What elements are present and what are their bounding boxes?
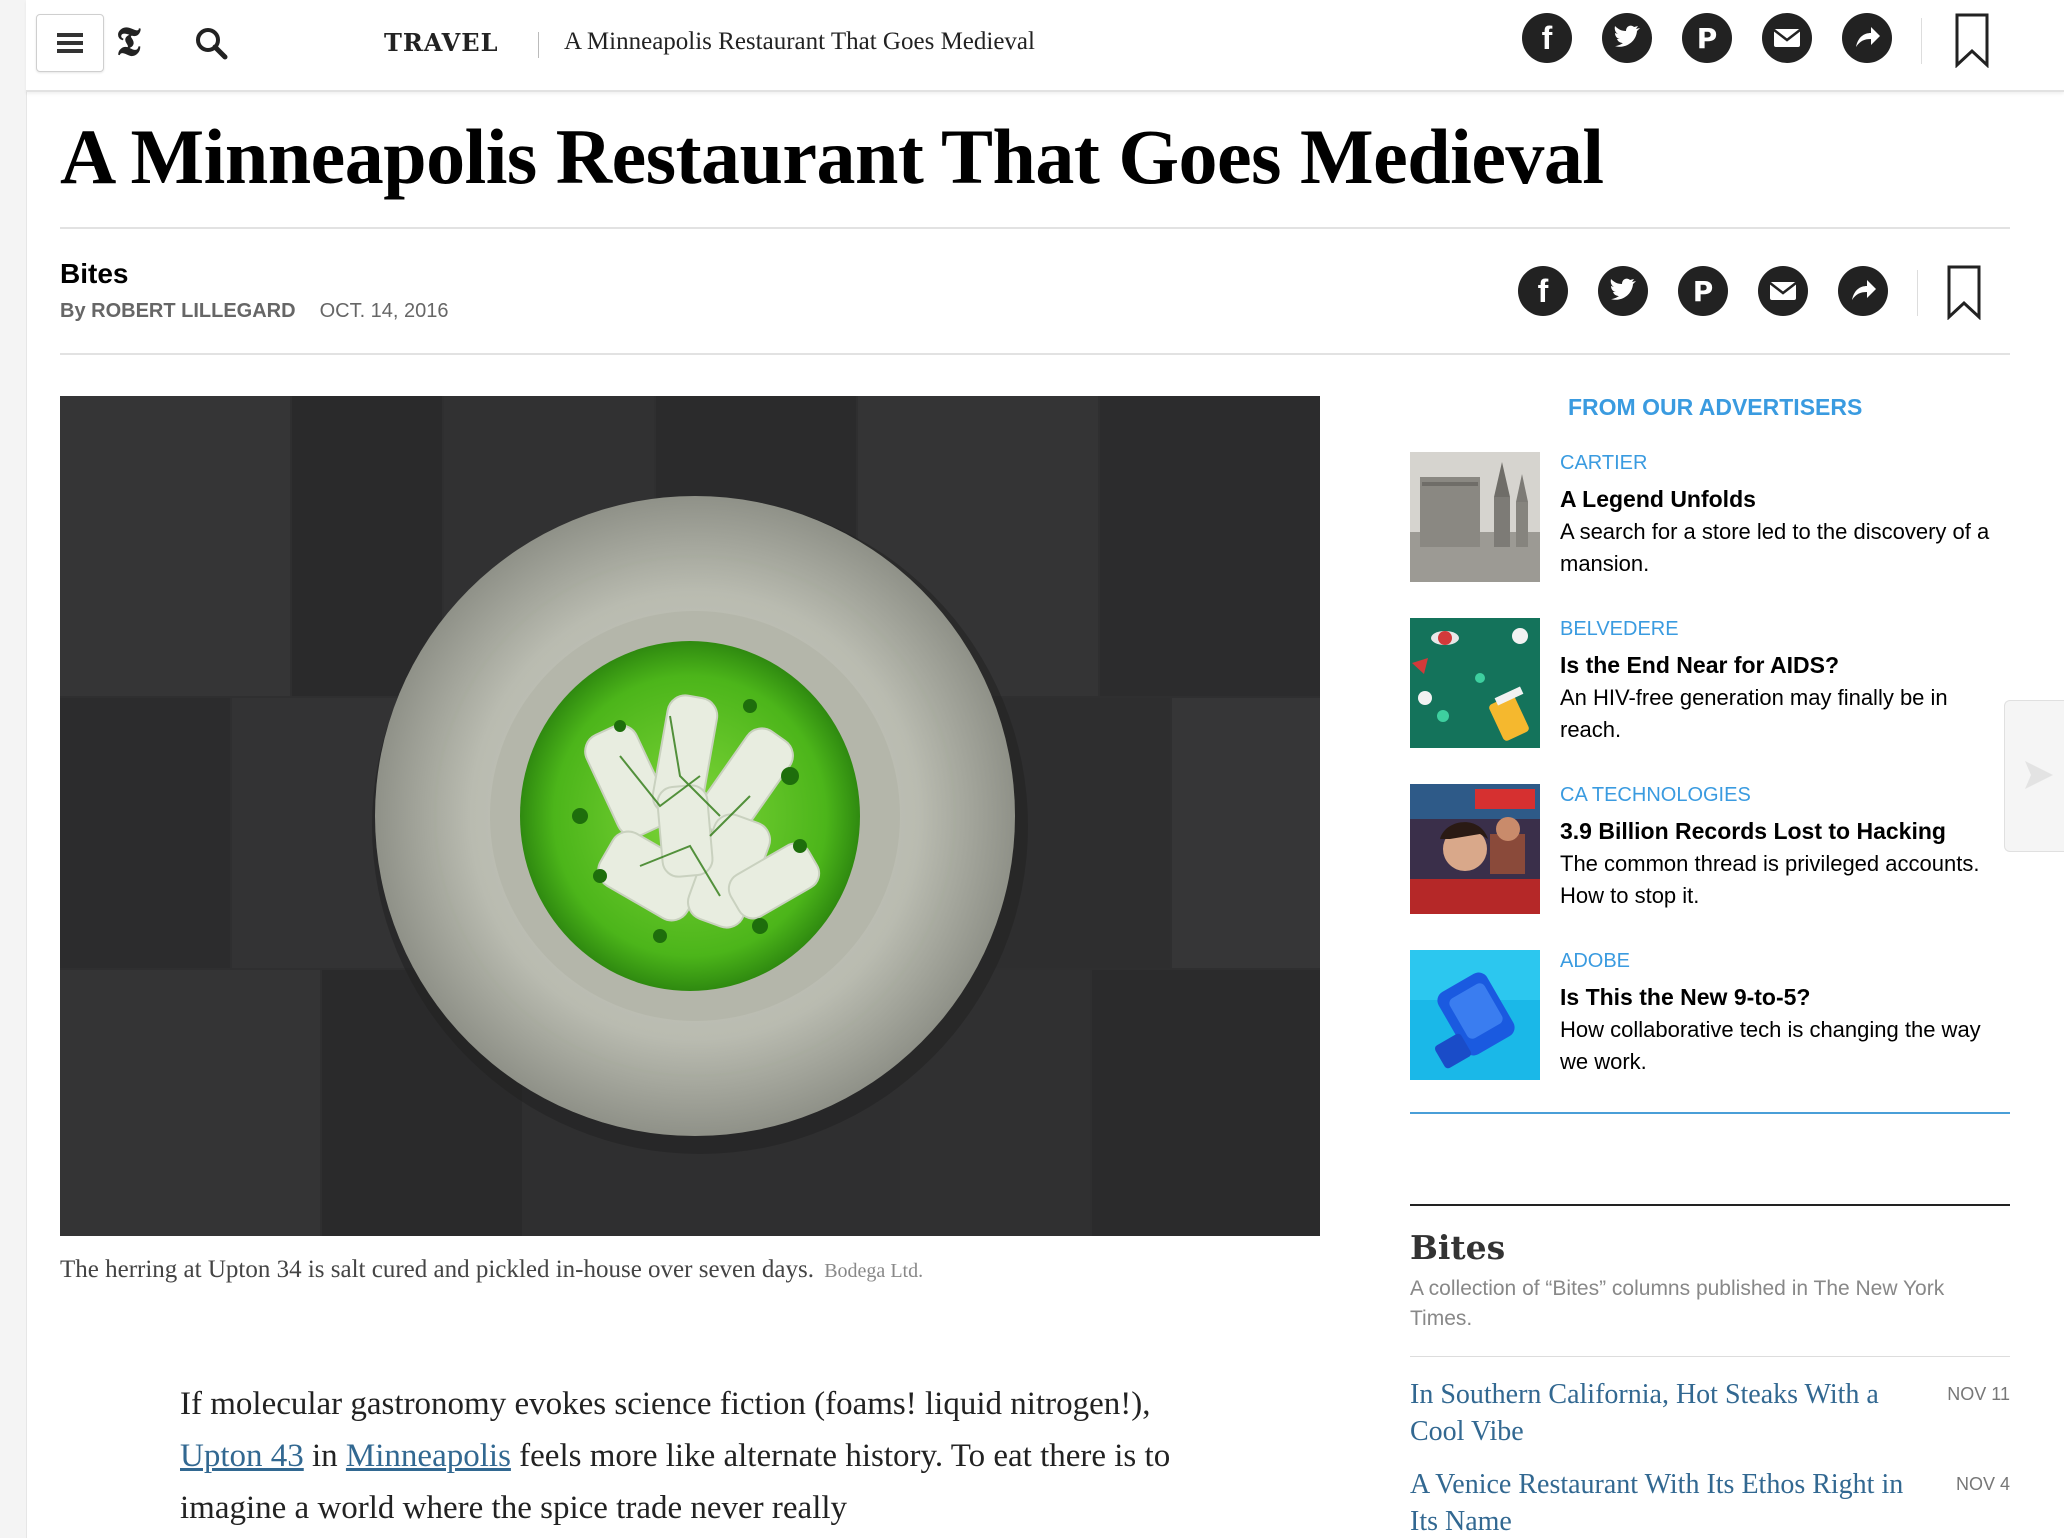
article-kicker[interactable]: Bites (60, 258, 128, 290)
bookmark-icon[interactable] (1954, 12, 1990, 68)
divider (1410, 1112, 2010, 1114)
pinterest-icon[interactable]: P (1682, 13, 1732, 63)
byline-prefix: By (60, 300, 92, 322)
caption-text: The herring at Upton 34 is salt cured an… (60, 1256, 814, 1283)
ad-thumbnail (1410, 452, 1540, 582)
bites-article-link[interactable]: A Venice Restaurant With Its Ethos Right… (1410, 1466, 1910, 1540)
pinterest-icon[interactable]: P (1678, 266, 1728, 316)
divider (1410, 1356, 2010, 1357)
article-headline: A Minneapolis Restaurant That Goes Medie… (60, 113, 1604, 200)
ad-title[interactable]: A Legend Unfolds (1560, 486, 1756, 513)
divider (1921, 18, 1922, 64)
ad-title[interactable]: 3.9 Billion Records Lost to Hacking (1560, 818, 1946, 845)
bites-description: A collection of “Bites” columns publishe… (1410, 1277, 1945, 1330)
ad-title[interactable]: Is This the New 9-to-5? (1560, 984, 1810, 1011)
top-bar-title: A Minneapolis Restaurant That Goes Medie… (564, 28, 1035, 55)
body-text: If molecular gastronomy evokes science f… (180, 1386, 1151, 1422)
article-body: If molecular gastronomy evokes science f… (180, 1378, 1240, 1534)
twitter-icon[interactable] (1602, 13, 1652, 63)
ad-description: An HIV-free generation may finally be in… (1560, 685, 1948, 742)
left-edge-strip (0, 0, 27, 1538)
ad-thumbnail (1410, 618, 1540, 748)
ad-brand[interactable]: BELVEDERE (1560, 618, 1679, 641)
facebook-icon[interactable]: f (1518, 266, 1568, 316)
ad-thumbnail (1410, 950, 1540, 1080)
bites-article-date: NOV 4 (1955, 1474, 2010, 1494)
share-icon[interactable] (1842, 13, 1892, 63)
email-icon[interactable] (1758, 266, 1808, 316)
menu-button[interactable] (36, 14, 104, 72)
ad-item[interactable]: BELVEDERE Is the End Near for AIDS? An H… (1410, 618, 2010, 748)
hamburger-icon (57, 33, 83, 37)
svg-text:f: f (1538, 273, 1549, 309)
upton-43-link[interactable]: Upton 43 (180, 1438, 304, 1474)
ad-thumbnail (1410, 784, 1540, 914)
ad-brand[interactable]: CARTIER (1560, 452, 1647, 475)
ad-brand[interactable]: CA TECHNOLOGIES (1560, 784, 1751, 807)
next-article-button[interactable] (2004, 700, 2064, 852)
nyt-logo[interactable]: 𝕿 (116, 18, 164, 66)
divider (60, 227, 2010, 229)
bookmark-icon[interactable] (1946, 264, 1982, 320)
divider (60, 353, 2010, 355)
bites-article-link[interactable]: In Southern California, Hot Steaks With … (1410, 1376, 1910, 1450)
author-name[interactable]: ROBERT LILLEGARD (91, 300, 295, 322)
ad-title[interactable]: Is the End Near for AIDS? (1560, 652, 1839, 679)
ad-item[interactable]: CARTIER A Legend Unfolds A search for a … (1410, 452, 2010, 582)
publish-date: OCT. 14, 2016 (319, 300, 449, 322)
share-icon[interactable] (1838, 266, 1888, 316)
ad-description: How collaborative tech is changing the w… (1560, 1017, 1981, 1074)
svg-text:P: P (1693, 275, 1714, 308)
divider (1410, 1204, 2010, 1206)
section-label[interactable]: TRAVEL (384, 28, 498, 57)
divider (1917, 270, 1918, 316)
svg-text:P: P (1697, 22, 1718, 55)
hero-image[interactable] (60, 396, 1320, 1236)
facebook-icon[interactable]: f (1522, 13, 1572, 63)
ad-description: A search for a store led to the discover… (1560, 519, 1990, 576)
ad-description: The common thread is privileged accounts… (1560, 851, 1980, 908)
minneapolis-link[interactable]: Minneapolis (346, 1438, 511, 1474)
email-icon[interactable] (1762, 13, 1812, 63)
arrow-right-icon (2025, 761, 2053, 789)
divider (538, 32, 539, 58)
ad-item[interactable]: CA TECHNOLOGIES 3.9 Billion Records Lost… (1410, 784, 2010, 914)
svg-text:f: f (1542, 20, 1553, 56)
bites-article-date: NOV 11 (1947, 1384, 2010, 1404)
ad-brand[interactable]: ADOBE (1560, 950, 1630, 973)
twitter-icon[interactable] (1598, 266, 1648, 316)
bites-heading[interactable]: Bites (1410, 1228, 1505, 1267)
herring-dish-photo (60, 396, 1320, 1236)
body-text: in (303, 1438, 346, 1474)
ad-item[interactable]: ADOBE Is This the New 9-to-5? How collab… (1410, 950, 2010, 1080)
advertisers-heading: FROM OUR ADVERTISERS (1568, 394, 1863, 420)
top-bar: 𝕿 TRAVEL A Minneapolis Restaurant That G… (26, 0, 2064, 92)
search-icon[interactable] (192, 24, 232, 64)
byline: By ROBERT LILLEGARD OCT. 14, 2016 (60, 300, 449, 323)
photo-credit: Bodega Ltd. (824, 1260, 924, 1282)
image-caption: The herring at Upton 34 is salt cured an… (60, 1256, 923, 1284)
